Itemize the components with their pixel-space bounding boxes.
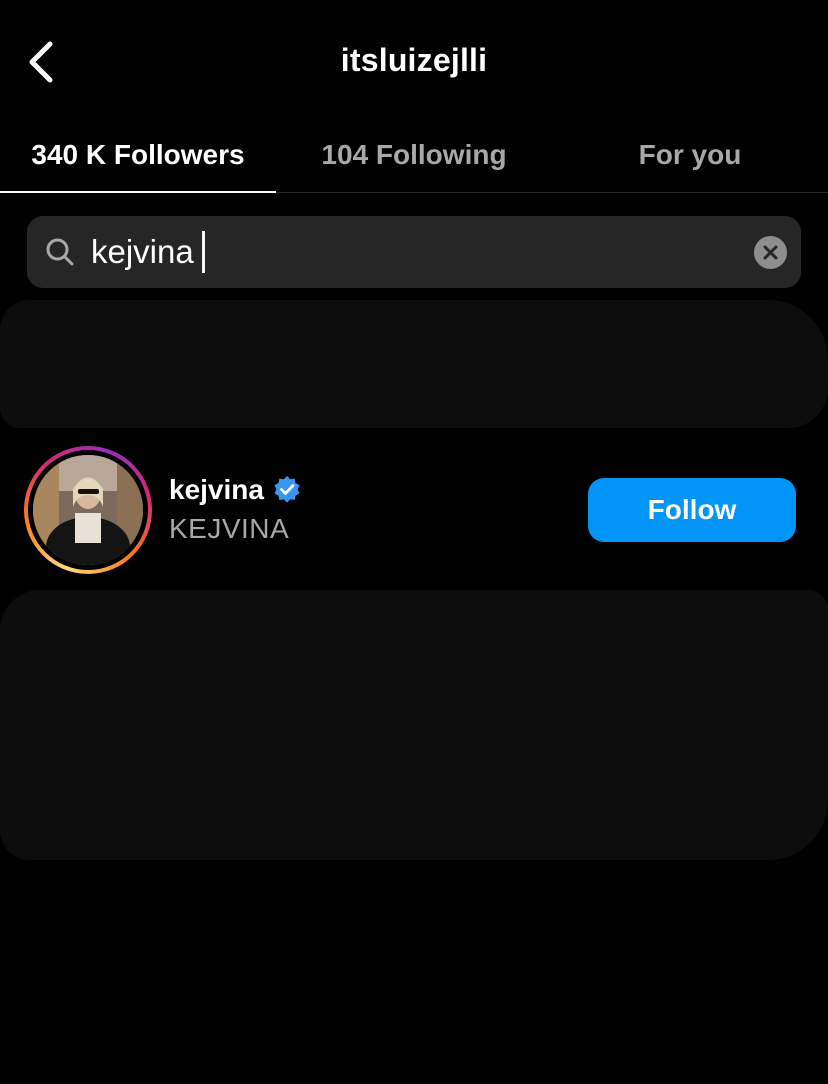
search-bar[interactable]: kejvina (27, 216, 801, 288)
search-input[interactable]: kejvina (91, 216, 205, 288)
search-icon (46, 238, 74, 266)
full-name: KEJVINA (169, 513, 290, 544)
list-item[interactable]: kejvina KEJVINA Follow (0, 440, 828, 580)
profile-photo (33, 455, 143, 565)
text-cursor (201, 231, 205, 273)
tab-bar: 340 K Followers 104 Following For you (0, 118, 828, 193)
follow-button[interactable]: Follow (588, 478, 796, 542)
username-link[interactable]: kejvina (169, 474, 302, 506)
redacted-area-top (0, 300, 828, 428)
header: itsluizejlli (0, 0, 828, 118)
page-title: itsluizejlli (340, 42, 488, 78)
tab-following[interactable]: 104 Following (276, 118, 552, 192)
tab-followers[interactable]: 340 K Followers (0, 118, 276, 193)
username: kejvina (169, 474, 264, 505)
search-input-value: kejvina (91, 233, 194, 270)
redacted-area-bottom (0, 590, 828, 860)
clear-search-button[interactable] (754, 236, 787, 269)
story-ring[interactable] (24, 446, 152, 574)
tab-for-you[interactable]: For you (552, 118, 828, 192)
verified-badge-icon (274, 476, 300, 503)
clear-icon (763, 245, 778, 260)
avatar (33, 455, 143, 565)
